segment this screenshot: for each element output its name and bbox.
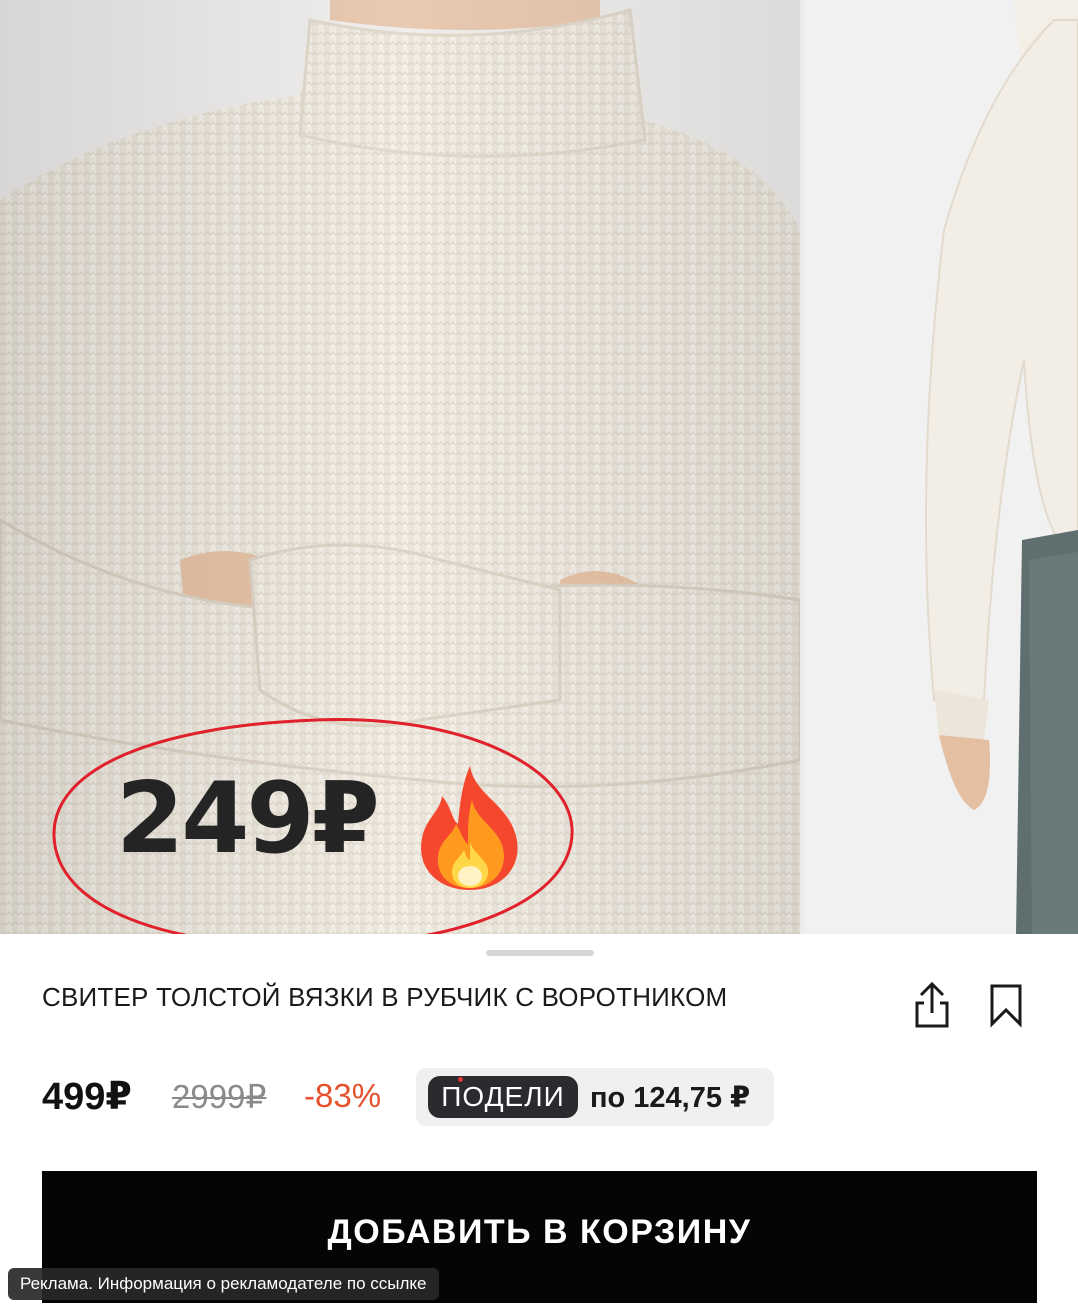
podeli-logo-dot — [458, 1077, 463, 1082]
old-price: 2999₽ — [172, 1078, 267, 1115]
current-price: 499₽ — [42, 1076, 132, 1118]
podeli-logo: ПОДЕЛИ — [428, 1076, 578, 1118]
share-icon — [915, 981, 949, 1028]
product-image-gallery[interactable]: 249₽ — [0, 0, 1078, 934]
product-photo-next[interactable] — [804, 0, 1078, 934]
bookmark-button[interactable] — [984, 982, 1028, 1028]
sheet-drag-handle[interactable] — [486, 950, 594, 956]
sweater-side-illustration — [804, 0, 1078, 934]
split-payment-widget[interactable]: ПОДЕЛИ по 124,75 ₽ — [416, 1068, 774, 1126]
discount-badge: -83% — [304, 1077, 382, 1114]
share-button[interactable] — [908, 980, 956, 1030]
ad-disclosure-link[interactable]: Реклама. Информация о рекламодателе по с… — [8, 1268, 439, 1300]
bookmark-icon — [990, 984, 1022, 1028]
split-payment-amount: по 124,75 ₽ — [590, 1082, 751, 1114]
promo-price-overlay: 249₽ — [116, 762, 380, 876]
fire-icon — [421, 766, 518, 890]
product-title: СВИТЕР ТОЛСТОЙ ВЯЗКИ В РУБЧИК С ВОРОТНИК… — [42, 982, 728, 1012]
